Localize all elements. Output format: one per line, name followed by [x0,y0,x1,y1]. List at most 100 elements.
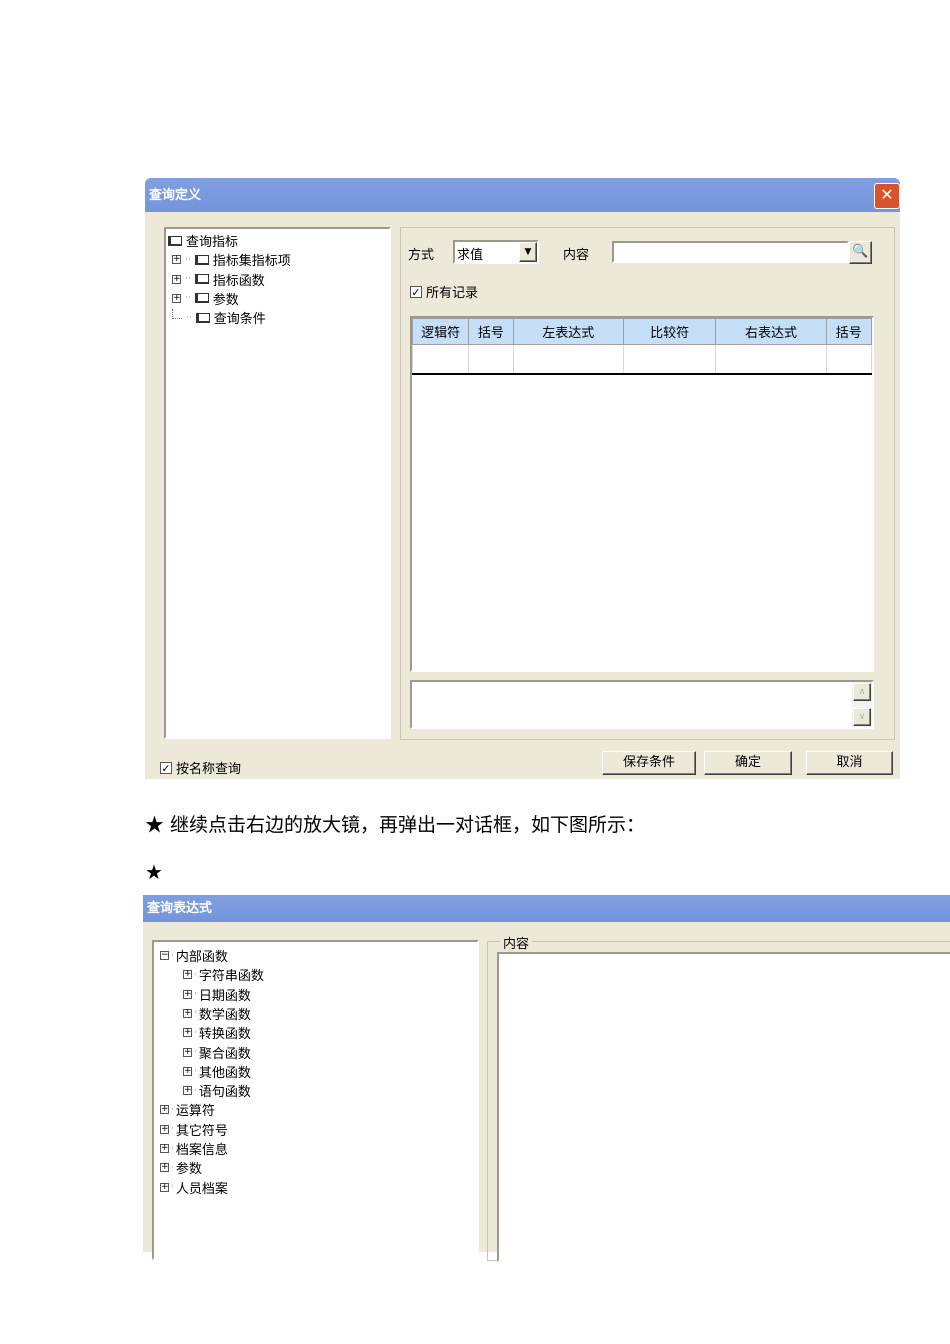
tree-item[interactable]: + · 其他函数 [183,1062,251,1081]
condition-grid[interactable]: 逻辑符 括号 左表达式 比较符 右表达式 括号 [410,316,874,672]
tree-item[interactable]: + · 运算符 [160,1100,215,1119]
scroll-down-icon[interactable]: ∨ [853,708,871,726]
tree-item-label: 查询条件 [213,312,266,328]
expand-icon[interactable]: + [172,293,181,303]
save-condition-button[interactable]: 保存条件 [602,751,696,775]
expand-icon[interactable]: + [160,1163,169,1173]
grid-cell[interactable] [715,344,827,375]
tree-item[interactable]: + · 语句函数 [183,1081,251,1100]
ok-button[interactable]: 确定 [704,751,792,775]
star-bullet: ★ [145,860,163,884]
checkbox-checked-icon: ✓ [410,285,422,299]
tree-item-label: 其他函数 [198,1065,251,1081]
column-header[interactable]: 逻辑符 [411,318,470,345]
tree-item[interactable]: − · 内部函数 [160,946,228,965]
chevron-down-icon[interactable]: ▼ [519,242,537,262]
dialog-title: 查询定义 [145,178,900,212]
tree-connector: ·· [185,254,191,265]
grid-cell[interactable] [825,344,873,375]
expression-textarea[interactable]: ∧ ∨ [410,680,874,729]
tree-item[interactable]: + · 人员档案 [160,1178,228,1197]
tree-item-label: 数学函数 [198,1007,251,1023]
tree-item[interactable]: + · 档案信息 [160,1139,228,1158]
tree-item[interactable]: + · 参数 [160,1158,202,1177]
tree-item-label: 参数 [175,1162,202,1178]
column-header[interactable]: 左表达式 [512,318,624,345]
expand-icon[interactable]: + [172,274,181,284]
tree-item-label: 查询指标 [186,235,239,250]
expand-icon[interactable]: + [183,1047,192,1057]
tree-connector: · [171,1104,174,1115]
collapse-icon[interactable]: − [160,951,169,960]
content-input[interactable] [612,241,849,263]
tree-item[interactable]: ·· 查询条件 [172,308,266,327]
index-tree: 查询指标 + ·· 指标集指标项 + ·· 指标函数 + ·· 参数 ·· 查询条件 [164,227,391,739]
cancel-button[interactable]: 取消 [806,751,893,775]
tree-item-label: 人员档案 [175,1181,228,1197]
folder-icon [168,235,182,246]
column-header[interactable]: 括号 [468,318,514,345]
tree-item[interactable]: + ·· 参数 [172,289,239,308]
column-header[interactable]: 括号 [825,318,873,345]
column-header[interactable]: 比较符 [622,318,717,345]
content-group-label: 内容 [500,933,533,952]
tree-item[interactable]: + ·· 指标函数 [172,270,265,289]
close-button[interactable]: ✕ [874,183,900,209]
tree-connector: · [194,969,197,980]
expand-icon[interactable]: + [160,1144,169,1153]
all-records-checkbox[interactable]: ✓ 所有记录 [410,282,478,301]
scrollbar[interactable]: ∧ ∨ [852,682,872,727]
expand-icon[interactable]: + [160,1105,169,1115]
expand-icon[interactable]: + [160,1182,169,1192]
expand-icon[interactable]: + [183,1066,192,1076]
tree-item[interactable]: 查询指标 [168,231,238,250]
tree-connector: ·· [186,312,192,323]
tree-connector: · [171,1182,174,1193]
tree-connector: · [194,989,197,1000]
folder-icon [194,254,209,265]
tree-item[interactable]: + · 聚合函数 [183,1043,251,1062]
scroll-up-icon[interactable]: ∧ [853,683,871,701]
expand-icon[interactable]: + [183,1008,192,1018]
expand-icon[interactable]: + [160,1124,169,1134]
content-label: 内容 [563,248,590,263]
mode-select[interactable]: 求值 ▼ [453,240,539,264]
document-page: 查询定义 ✕ 查询指标 + ·· 指标集指标项 + ·· 指标函数 + ·· 参数 ·· 查询条件 方… [0,0,950,1344]
all-records-label: 所有记录 [426,286,479,301]
mode-label: 方式 [408,248,435,263]
tree-item-label: 日期函数 [198,988,251,1004]
expand-icon[interactable]: + [183,970,192,980]
tree-connector: · [171,950,174,961]
tree-item-label: 聚合函数 [198,1046,251,1062]
tree-item[interactable]: + · 其它符号 [160,1120,228,1139]
grid-cell[interactable] [468,344,514,375]
grid-table: 逻辑符 括号 左表达式 比较符 右表达式 括号 [411,318,873,375]
expand-icon[interactable]: + [183,1028,192,1038]
tree-item[interactable]: + · 字符串函数 [183,965,264,984]
tree-item[interactable]: + · 日期函数 [183,985,251,1004]
tree-connector: ·· [185,274,191,285]
tree-item[interactable]: + · 转换函数 [183,1023,251,1042]
content-textarea[interactable] [497,952,950,1262]
mode-value: 求值 [457,248,484,263]
magnifier-search-button[interactable]: 🔍 [849,241,872,264]
tree-item-label: 运算符 [175,1104,215,1120]
column-header[interactable]: 右表达式 [715,318,827,345]
expand-icon[interactable]: + [183,1086,192,1096]
tree-connector: · [171,1162,174,1173]
tree-connector: · [171,1143,174,1154]
tree-connector: · [194,1066,197,1077]
tree-item[interactable]: + ·· 指标集指标项 [172,250,291,269]
search-icon: 🔍 [852,244,869,259]
grid-cell[interactable] [622,344,717,375]
tree-item-label: 其它符号 [175,1123,228,1139]
tree-item-label: 字符串函数 [198,969,264,985]
grid-cell[interactable] [512,344,624,375]
expand-icon[interactable]: + [183,989,192,999]
by-name-checkbox[interactable]: ✓ 按名称查询 [160,758,241,777]
tree-item-label: 档案信息 [175,1143,228,1158]
tree-item[interactable]: + · 数学函数 [183,1004,251,1023]
tree-item-label: 指标集指标项 [212,254,291,270]
grid-cell[interactable] [411,344,470,375]
expand-icon[interactable]: + [172,255,181,265]
